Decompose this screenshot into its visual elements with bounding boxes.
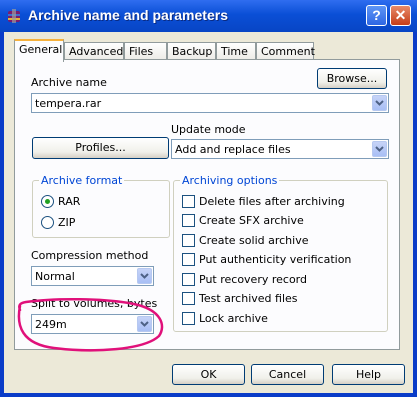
chevron-down-icon[interactable] [372,95,387,111]
dialog-window: Archive name and parameters ? ✕ General … [0,0,417,397]
cancel-button[interactable]: Cancel [251,364,324,385]
archiving-options-legend: Archiving options [180,174,280,187]
archive-name-combo[interactable]: tempera.rar [31,93,389,113]
chevron-down-icon[interactable] [372,141,387,157]
delete-files-label[interactable]: Delete files after archiving [199,195,345,208]
archive-format-legend: Archive format [39,174,125,187]
update-mode-select[interactable]: Add and replace files [171,139,389,159]
profiles-button[interactable]: Profiles... [32,137,169,159]
title-help-button[interactable]: ? [366,5,387,26]
recovery-record-label[interactable]: Put recovery record [199,273,307,286]
browse-button[interactable]: Browse... [317,68,387,89]
compression-method-value: Normal [35,270,75,283]
title-bar[interactable]: Archive name and parameters ? ✕ [0,0,417,32]
zip-radio-label[interactable]: ZIP [58,216,75,229]
tab-files[interactable]: Files [124,42,167,60]
annotation-circle [17,297,164,352]
compression-method-label: Compression method [31,249,149,262]
create-sfx-label[interactable]: Create SFX archive [199,214,304,227]
winrar-app-icon [6,8,22,24]
authenticity-label[interactable]: Put authenticity verification [199,253,351,266]
authenticity-checkbox[interactable] [182,253,195,266]
tab-time[interactable]: Time [216,42,256,60]
archive-name-value: tempera.rar [35,97,102,110]
lock-archive-checkbox[interactable] [182,312,195,325]
test-archived-checkbox[interactable] [182,292,195,305]
update-mode-label: Update mode [171,123,246,136]
compression-method-select[interactable]: Normal [31,266,154,286]
create-solid-checkbox[interactable] [182,234,195,247]
create-solid-label[interactable]: Create solid archive [199,234,308,247]
tab-general[interactable]: General [14,39,64,62]
update-mode-value: Add and replace files [175,143,291,156]
radio-selected-dot [45,199,50,204]
tab-advanced[interactable]: Advanced [64,42,124,60]
delete-files-checkbox[interactable] [182,195,195,208]
tab-comment[interactable]: Comment [256,42,315,60]
help-button[interactable]: Help [332,364,405,385]
rar-radio-label[interactable]: RAR [58,195,80,208]
title-close-button[interactable]: ✕ [390,5,411,26]
lock-archive-label[interactable]: Lock archive [199,312,268,325]
ok-button[interactable]: OK [172,364,245,385]
test-archived-label[interactable]: Test archived files [199,292,298,305]
zip-radio[interactable] [41,216,54,229]
window-title: Archive name and parameters [28,7,228,23]
tab-backup[interactable]: Backup [167,42,216,60]
archive-name-label: Archive name [31,76,107,89]
chevron-down-icon[interactable] [137,268,152,284]
create-sfx-checkbox[interactable] [182,214,195,227]
archive-format-group: Archive format RAR ZIP [32,174,170,238]
archiving-options-group: Archiving options Delete files after arc… [173,174,388,332]
rar-radio[interactable] [41,195,54,208]
recovery-record-checkbox[interactable] [182,273,195,286]
